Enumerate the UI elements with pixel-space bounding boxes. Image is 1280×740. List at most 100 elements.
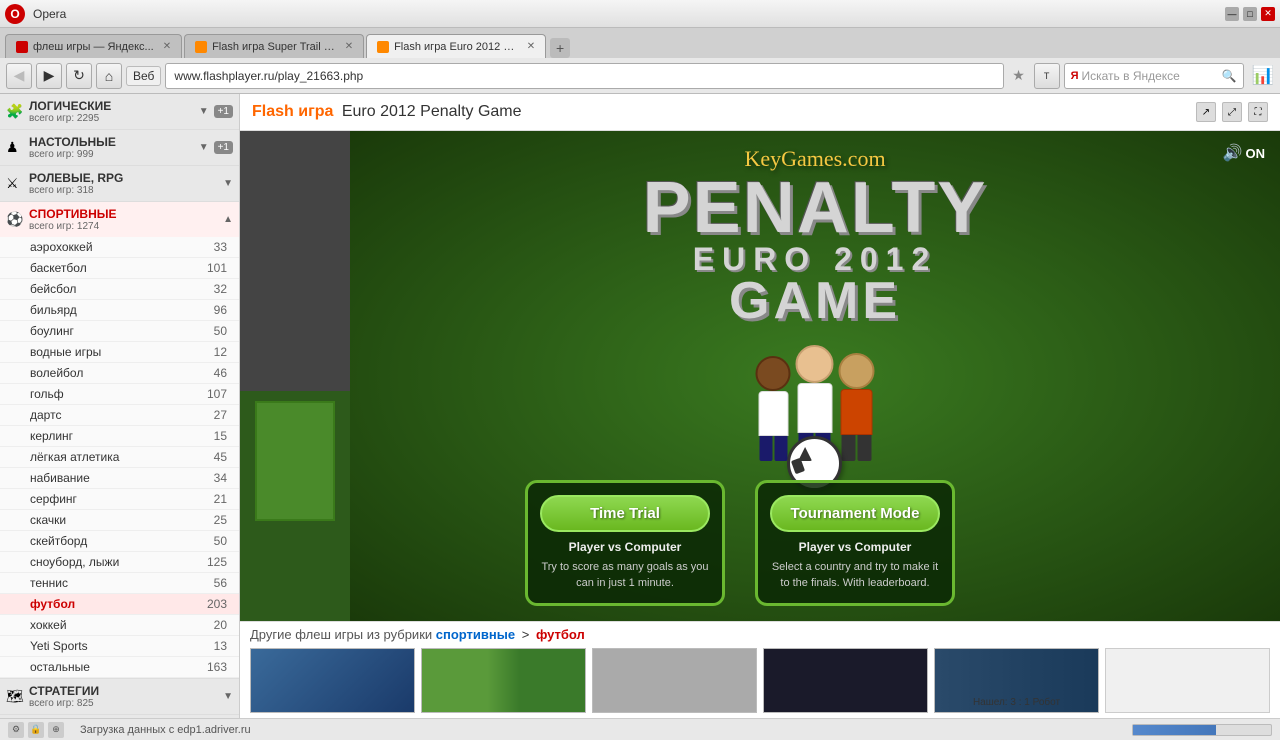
subcat-curling[interactable]: керлинг 15 — [0, 426, 239, 447]
add-tab-button[interactable]: + — [550, 38, 570, 58]
subcat-snowboard[interactable]: сноуборд, лыжи 125 — [0, 552, 239, 573]
subcat-darts[interactable]: дартс 27 — [0, 405, 239, 426]
strategy-icon: 🗺 — [6, 688, 24, 706]
resize-icon[interactable]: ⤢ — [1222, 102, 1242, 122]
share-icon[interactable]: ↗ — [1196, 102, 1216, 122]
character-3 — [839, 353, 875, 461]
board-badge: +1 — [214, 141, 233, 154]
subcat-hockey[interactable]: хоккей 20 — [0, 615, 239, 636]
tab-close-3[interactable]: ✕ — [527, 41, 535, 52]
subcat-athletics[interactable]: лёгкая атлетика 45 — [0, 447, 239, 468]
progress-bar-container — [1132, 724, 1272, 736]
page-title: Flash игра Euro 2012 Penalty Game — [252, 103, 522, 121]
tab-close-2[interactable]: ✕ — [345, 41, 353, 52]
tab-label-2: Flash игра Super Trail -... — [212, 41, 336, 53]
subcat-horse[interactable]: скачки 25 — [0, 510, 239, 531]
thumbnail-3[interactable] — [592, 648, 757, 713]
game-frame[interactable]: KeyGames.com 🔊 ON PENALTY EURO 2012 GAME — [350, 131, 1280, 621]
protocol-badge[interactable]: Веб — [126, 66, 161, 86]
subcat-hockey-count: 20 — [214, 618, 227, 632]
subcat-nabivanie[interactable]: набивание 34 — [0, 468, 239, 489]
thumbnail-5[interactable]: Нашел: 3 : 1 Робот — [934, 648, 1099, 713]
tab-2[interactable]: Flash игра Super Trail -... ✕ — [184, 34, 364, 58]
sports-icon: ⚽ — [6, 211, 24, 229]
strategy-name: СТРАТЕГИИ — [29, 684, 218, 698]
subcat-hockey-name: хоккей — [30, 618, 214, 632]
refresh-button[interactable]: ↻ — [66, 63, 92, 89]
char1-leg-l — [759, 436, 772, 461]
subcat-baseball[interactable]: бейсбол 32 — [0, 279, 239, 300]
tab-favicon-1 — [16, 41, 28, 53]
sidebar-category-sports: ⚽ СПОРТИВНЫЕ всего игр: 1274 ▲ аэрохокке… — [0, 202, 239, 679]
sidebar-cat-board-header[interactable]: ♟ НАСТОЛЬНЫЕ всего игр: 999 ▼ +1 — [0, 130, 239, 165]
thumbnail-4[interactable] — [763, 648, 928, 713]
subcat-other[interactable]: остальные 163 — [0, 657, 239, 678]
thumbnail-6[interactable] — [1105, 648, 1270, 713]
time-trial-button[interactable]: Time Trial — [540, 495, 710, 532]
thumbnails-row: Нашел: 3 : 1 Робот — [250, 648, 1270, 713]
back-button[interactable]: ◀ — [6, 63, 32, 89]
subcat-surfing-count: 21 — [214, 492, 227, 506]
title-bar: O Opera — □ ✕ — [0, 0, 1280, 28]
subcat-skateboard-count: 50 — [214, 534, 227, 548]
other-games-prefix: Другие флеш игры из рубрики — [250, 627, 432, 642]
subcat-skateboard[interactable]: скейтборд 50 — [0, 531, 239, 552]
tournament-panel[interactable]: Tournament Mode Player vs Computer Selec… — [755, 480, 955, 606]
status-right — [1132, 724, 1272, 736]
subcat-snowboard-count: 125 — [207, 555, 227, 569]
tournament-button[interactable]: Tournament Mode — [770, 495, 940, 532]
subcat-golf[interactable]: гольф 107 — [0, 384, 239, 405]
sports-subcategory-list: аэрохоккей 33 баскетбол 101 бейсбол 32 б… — [0, 237, 239, 678]
home-button[interactable]: ⌂ — [96, 63, 122, 89]
sports-info: СПОРТИВНЫЕ всего игр: 1274 — [29, 207, 218, 232]
search-bar[interactable]: Я Искать в Яндексе 🔍 — [1064, 63, 1244, 89]
subcat-tennis-count: 56 — [214, 576, 227, 590]
subcat-football[interactable]: футбол 203 — [0, 594, 239, 615]
subcat-water-count: 12 — [214, 345, 227, 359]
restore-button[interactable]: □ — [1243, 7, 1257, 21]
bookmark-button[interactable]: ★ — [1008, 65, 1030, 87]
close-button[interactable]: ✕ — [1261, 7, 1275, 21]
other-games-link[interactable]: спортивные — [436, 627, 515, 642]
subcat-volleyball[interactable]: волейбол 46 — [0, 363, 239, 384]
tab-close-1[interactable]: ✕ — [163, 41, 171, 52]
subcat-billiard[interactable]: бильярд 96 — [0, 300, 239, 321]
logic-toggle: ▼ — [199, 106, 209, 117]
subcat-surfing[interactable]: серфинг 21 — [0, 489, 239, 510]
stats-icon[interactable]: 📊 — [1252, 65, 1274, 86]
sound-button[interactable]: 🔊 ON — [1223, 143, 1265, 163]
subcat-yeti[interactable]: Yeti Sports 13 — [0, 636, 239, 657]
sidebar-cat-rpg-header[interactable]: ⚔ РОЛЕВЫЕ, RPG всего игр: 318 ▼ — [0, 166, 239, 201]
subcat-basketball[interactable]: баскетбол 101 — [0, 258, 239, 279]
thumbnail-2[interactable] — [421, 648, 586, 713]
forward-button[interactable]: ▶ — [36, 63, 62, 89]
subcat-aerohockey[interactable]: аэрохоккей 33 — [0, 237, 239, 258]
search-icon[interactable]: 🔍 — [1222, 69, 1237, 83]
turbo-button[interactable]: T — [1034, 63, 1060, 89]
subcat-football-count: 203 — [207, 597, 227, 611]
tab-3[interactable]: Flash игра Euro 2012 P... ✕ — [366, 34, 546, 58]
sports-toggle: ▲ — [223, 214, 233, 225]
minimize-button[interactable]: — — [1225, 7, 1239, 21]
thumbnail-1[interactable] — [250, 648, 415, 713]
progress-bar — [1133, 725, 1216, 735]
subcat-darts-count: 27 — [214, 408, 227, 422]
tab-label-1: флеш игры — Яндекс... — [33, 41, 154, 53]
char3-leg-r — [858, 435, 872, 461]
subcat-water[interactable]: водные игры 12 — [0, 342, 239, 363]
fullscreen-icon[interactable]: ⛶ — [1248, 102, 1268, 122]
subcat-tennis[interactable]: теннис 56 — [0, 573, 239, 594]
sidebar-cat-logic-header[interactable]: 🧩 ЛОГИЧЕСКИЕ всего игр: 2295 ▼ +1 — [0, 94, 239, 129]
address-bar[interactable]: www.flashplayer.ru/play_21663.php — [165, 63, 1003, 89]
sports-count: всего игр: 1274 — [29, 221, 218, 232]
other-games-sub[interactable]: футбол — [536, 627, 585, 642]
rpg-toggle: ▼ — [223, 178, 233, 189]
sidebar-cat-shooter-header[interactable]: 🎯 СТРЕЛЯЛКИ всего игр: 3083 ▼ +2 — [0, 715, 239, 718]
subcat-golf-count: 107 — [207, 387, 227, 401]
time-trial-panel[interactable]: Time Trial Player vs Computer Try to sco… — [525, 480, 725, 606]
subcat-bowling[interactable]: боулинг 50 — [0, 321, 239, 342]
tab-1[interactable]: флеш игры — Яндекс... ✕ — [5, 34, 182, 58]
sidebar-cat-strategy-header[interactable]: 🗺 СТРАТЕГИИ всего игр: 825 ▼ — [0, 679, 239, 714]
sidebar-cat-sports-header[interactable]: ⚽ СПОРТИВНЫЕ всего игр: 1274 ▲ — [0, 202, 239, 237]
logic-count: всего игр: 2295 — [29, 113, 194, 124]
